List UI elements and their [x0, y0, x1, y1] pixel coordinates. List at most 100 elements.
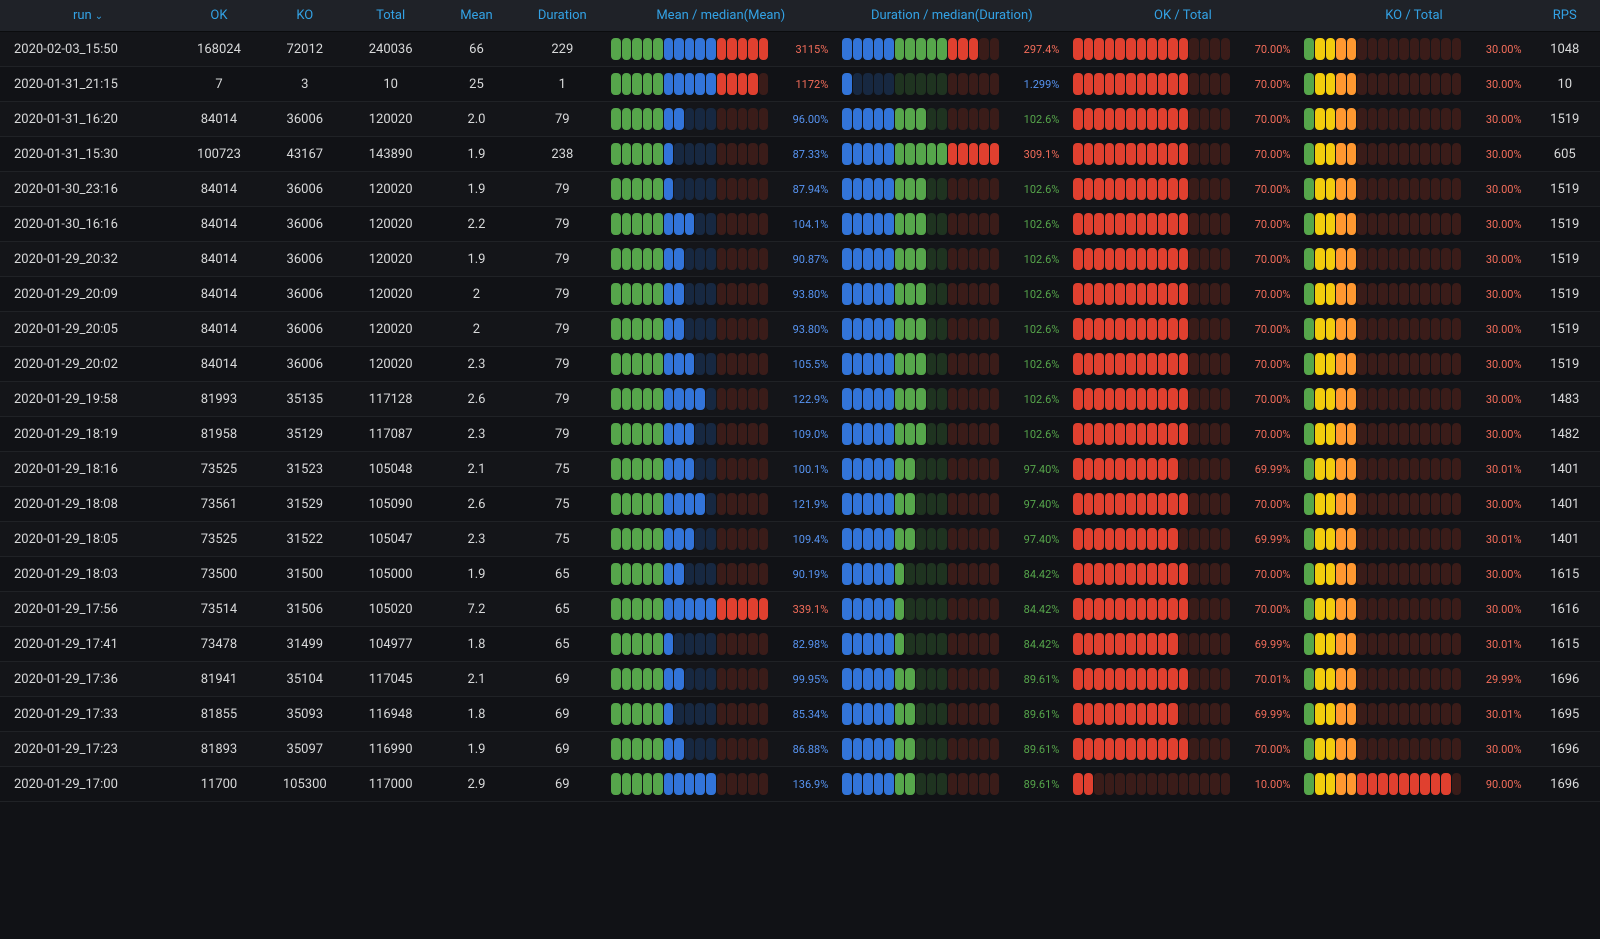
bargauge-value: 70.00% [1238, 218, 1292, 231]
cell-total: 117045 [348, 662, 434, 697]
cell-mean: 1.9 [434, 172, 520, 207]
cell-duration-median: 102.6% [836, 102, 1067, 137]
bargauge-value: 30.00% [1470, 358, 1524, 371]
table-row[interactable]: 2020-01-31_15:30100723431671438901.92388… [0, 137, 1600, 172]
cell-ok-total: 69.99% [1067, 452, 1298, 487]
table-row[interactable]: 2020-01-29_17:3381855350931169481.86985.… [0, 697, 1600, 732]
bargauge [842, 108, 999, 130]
cell-ko: 31500 [262, 557, 348, 592]
bargauge-value: 89.61% [1007, 778, 1061, 791]
table-row[interactable]: 2020-01-29_20:09840143600612002027993.80… [0, 277, 1600, 312]
bargauge [1304, 318, 1461, 340]
cell-duration: 75 [519, 522, 605, 557]
bargauge [842, 143, 999, 165]
col-header-ok-total[interactable]: OK / Total [1067, 0, 1298, 32]
cell-mean-median: 109.4% [605, 522, 836, 557]
cell-duration-median: 1.299% [836, 67, 1067, 102]
col-header-mean-median[interactable]: Mean / median(Mean) [605, 0, 836, 32]
cell-rps: 1696 [1530, 732, 1600, 767]
cell-run: 2020-01-29_17:36 [0, 662, 176, 697]
table-row[interactable]: 2020-01-29_18:1673525315231050482.175100… [0, 452, 1600, 487]
bargauge-value: 70.00% [1238, 253, 1292, 266]
table-row[interactable]: 2020-01-29_18:0573525315221050472.375109… [0, 522, 1600, 557]
bargauge [842, 738, 999, 760]
bargauge-value: 297.4% [1007, 43, 1061, 56]
bargauge [842, 213, 999, 235]
cell-ko: 35097 [262, 732, 348, 767]
bargauge-value: 97.40% [1007, 463, 1061, 476]
cell-duration: 75 [519, 452, 605, 487]
table-row[interactable]: 2020-01-29_19:5881993351351171282.679122… [0, 382, 1600, 417]
table-row[interactable]: 2020-01-29_20:0284014360061200202.379105… [0, 347, 1600, 382]
cell-ko-total: 30.00% [1298, 242, 1529, 277]
table-row[interactable]: 2020-01-29_18:1981958351291170872.379109… [0, 417, 1600, 452]
bargauge-value: 87.33% [776, 148, 830, 161]
col-header-run[interactable]: run⌄ [0, 0, 176, 32]
cell-ko: 72012 [262, 32, 348, 67]
cell-ko-total: 90.00% [1298, 767, 1529, 802]
cell-ko: 105300 [262, 767, 348, 802]
cell-duration-median: 97.40% [836, 487, 1067, 522]
cell-mean-median: 99.95% [605, 662, 836, 697]
bargauge-value: 102.6% [1007, 323, 1061, 336]
bargauge [1073, 178, 1230, 200]
table-row[interactable]: 2020-01-29_20:05840143600612002027993.80… [0, 312, 1600, 347]
col-header-total[interactable]: Total [348, 0, 434, 32]
table-row[interactable]: 2020-01-29_18:0873561315291050902.675121… [0, 487, 1600, 522]
bargauge-value: 87.94% [776, 183, 830, 196]
cell-ko: 36006 [262, 312, 348, 347]
bargauge-value: 93.80% [776, 288, 830, 301]
bargauge-value: 122.9% [776, 393, 830, 406]
bargauge-value: 309.1% [1007, 148, 1061, 161]
bargauge [842, 598, 999, 620]
bargauge-value: 30.00% [1470, 148, 1524, 161]
table-row[interactable]: 2020-01-29_18:0373500315001050001.96590.… [0, 557, 1600, 592]
table-row[interactable]: 2020-01-29_17:00117001053001170002.96913… [0, 767, 1600, 802]
bargauge [1073, 388, 1230, 410]
cell-duration: 79 [519, 347, 605, 382]
bargauge-value: 70.00% [1238, 498, 1292, 511]
cell-ko: 36006 [262, 207, 348, 242]
bargauge [842, 318, 999, 340]
bargauge [842, 283, 999, 305]
bargauge [611, 73, 768, 95]
col-header-ko[interactable]: KO [262, 0, 348, 32]
cell-mean-median: 82.98% [605, 627, 836, 662]
col-header-rps[interactable]: RPS [1530, 0, 1600, 32]
table-row[interactable]: 2020-01-29_17:4173478314991049771.86582.… [0, 627, 1600, 662]
cell-total: 104977 [348, 627, 434, 662]
table-row[interactable]: 2020-01-29_17:2381893350971169901.96986.… [0, 732, 1600, 767]
table-row[interactable]: 2020-02-03_15:50168024720122400366622931… [0, 32, 1600, 67]
cell-ok-total: 70.00% [1067, 277, 1298, 312]
col-header-duration[interactable]: Duration [519, 0, 605, 32]
table-row[interactable]: 2020-01-31_21:1573102511172%1.299%70.00%… [0, 67, 1600, 102]
bargauge-value: 109.4% [776, 533, 830, 546]
table-row[interactable]: 2020-01-29_17:5673514315061050207.265339… [0, 592, 1600, 627]
bargauge [842, 248, 999, 270]
col-header-mean[interactable]: Mean [434, 0, 520, 32]
cell-rps: 1615 [1530, 557, 1600, 592]
bargauge-value: 93.80% [776, 323, 830, 336]
col-header-ok[interactable]: OK [176, 0, 262, 32]
cell-duration: 79 [519, 242, 605, 277]
bargauge [1073, 73, 1230, 95]
col-header-duration-median[interactable]: Duration / median(Duration) [836, 0, 1067, 32]
table-row[interactable]: 2020-01-30_23:1684014360061200201.97987.… [0, 172, 1600, 207]
cell-ok: 73561 [176, 487, 262, 522]
cell-ok-total: 70.00% [1067, 557, 1298, 592]
table-row[interactable]: 2020-01-29_17:3681941351041170452.16999.… [0, 662, 1600, 697]
cell-duration: 69 [519, 662, 605, 697]
bargauge [611, 528, 768, 550]
cell-ko-total: 30.00% [1298, 417, 1529, 452]
cell-ko-total: 30.00% [1298, 102, 1529, 137]
bargauge-value: 30.00% [1470, 743, 1524, 756]
cell-ko: 35104 [262, 662, 348, 697]
table-row[interactable]: 2020-01-31_16:2084014360061200202.07996.… [0, 102, 1600, 137]
bargauge-value: 30.00% [1470, 183, 1524, 196]
table-row[interactable]: 2020-01-30_16:1684014360061200202.279104… [0, 207, 1600, 242]
bargauge-value: 30.01% [1470, 533, 1524, 546]
cell-mean: 1.8 [434, 697, 520, 732]
col-header-ko-total[interactable]: KO / Total [1298, 0, 1529, 32]
bargauge [842, 178, 999, 200]
table-row[interactable]: 2020-01-29_20:3284014360061200201.97990.… [0, 242, 1600, 277]
